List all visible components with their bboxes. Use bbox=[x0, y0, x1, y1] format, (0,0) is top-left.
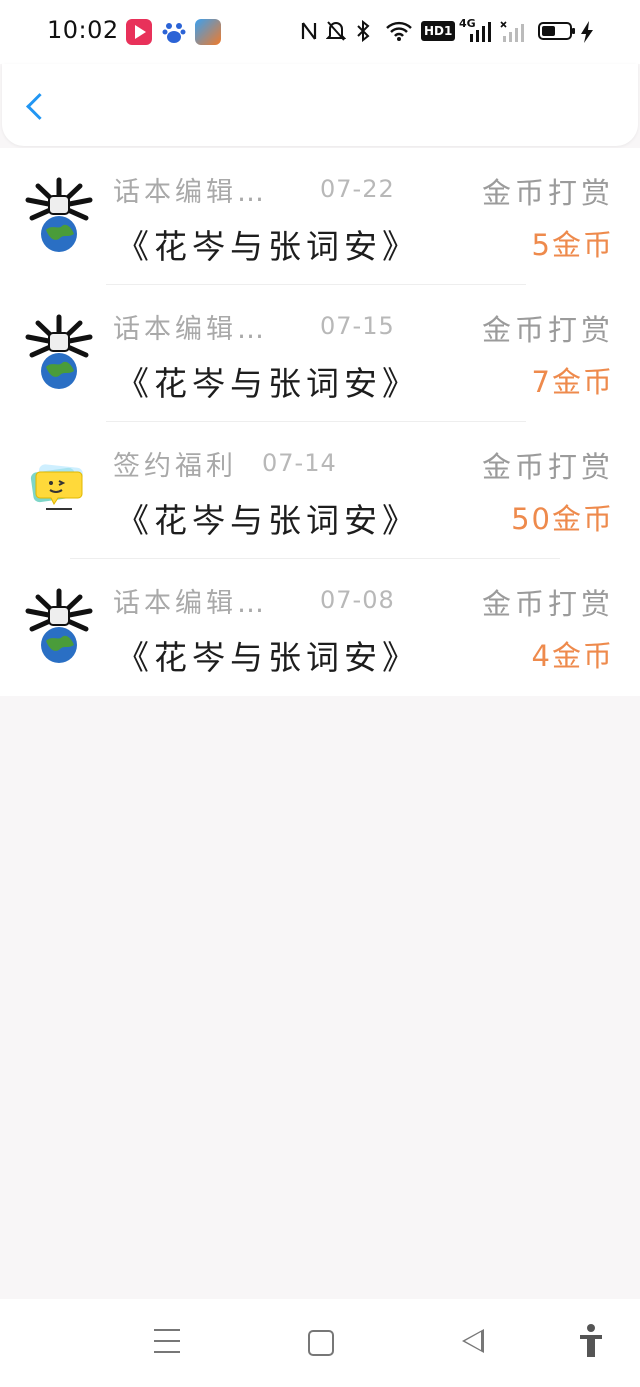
book-title: 《花岑与张词安》 bbox=[116, 638, 420, 677]
menu-icon[interactable] bbox=[154, 1329, 180, 1353]
globe-avatar bbox=[24, 587, 94, 663]
reward-type: 金币打赏 bbox=[481, 587, 614, 621]
reward-amount: 7金币 bbox=[531, 365, 614, 399]
reward-date: 07-14 bbox=[262, 449, 337, 477]
status-bar: 10:02 HD1 4G bbox=[0, 0, 640, 64]
reward-source: 签约福利 bbox=[113, 451, 237, 482]
mute-icon bbox=[325, 20, 347, 44]
globe-avatar bbox=[24, 176, 94, 252]
header bbox=[2, 64, 638, 146]
list-item[interactable]: 话本编辑… 07-08 金币打赏 《花岑与张词安》 4金币 bbox=[0, 559, 640, 696]
reward-type: 金币打赏 bbox=[481, 313, 614, 347]
reward-date: 07-08 bbox=[320, 586, 395, 614]
nfc-icon bbox=[300, 20, 318, 44]
list-item[interactable]: 话本编辑… 07-22 金币打赏 《花岑与张词安》 5金币 bbox=[0, 148, 640, 285]
chat-bubble-avatar bbox=[24, 450, 94, 526]
browser-icon bbox=[195, 19, 221, 45]
reward-type: 金币打赏 bbox=[481, 176, 614, 210]
chevron-left-icon[interactable] bbox=[24, 92, 44, 120]
book-title: 《花岑与张词安》 bbox=[116, 227, 420, 266]
reward-date: 07-15 bbox=[320, 312, 395, 340]
charging-icon bbox=[580, 20, 594, 44]
hd-icon: HD1 bbox=[421, 21, 456, 41]
reward-date: 07-22 bbox=[320, 175, 395, 203]
4g-signal-icon bbox=[464, 20, 492, 44]
bluetooth-icon bbox=[355, 19, 371, 44]
list-item[interactable]: 话本编辑… 07-15 金币打赏 《花岑与张词安》 7金币 bbox=[0, 285, 640, 422]
accessibility-icon[interactable] bbox=[578, 1323, 604, 1359]
reward-source: 话本编辑… bbox=[113, 177, 268, 208]
video-app-icon bbox=[126, 19, 152, 45]
no-signal-icon bbox=[499, 20, 527, 44]
battery-icon bbox=[538, 22, 575, 40]
wifi-icon bbox=[385, 20, 413, 44]
reward-amount: 50金币 bbox=[511, 502, 614, 536]
reward-source: 话本编辑… bbox=[113, 588, 268, 619]
reward-source: 话本编辑… bbox=[113, 314, 268, 345]
globe-avatar bbox=[24, 313, 94, 389]
system-nav-bar bbox=[0, 1299, 640, 1387]
back-triangle-icon[interactable] bbox=[462, 1329, 484, 1353]
list-item[interactable]: 签约福利 07-14 金币打赏 《花岑与张词安》 50金币 bbox=[0, 422, 640, 559]
reward-amount: 4金币 bbox=[531, 639, 614, 673]
reward-amount: 5金币 bbox=[531, 228, 614, 262]
status-time: 10:02 bbox=[47, 16, 119, 44]
baidu-icon bbox=[161, 19, 187, 45]
home-icon[interactable] bbox=[308, 1330, 334, 1356]
reward-type: 金币打赏 bbox=[481, 450, 614, 484]
reward-list: 话本编辑… 07-22 金币打赏 《花岑与张词安》 5金币 话本编辑… 07-1… bbox=[0, 148, 640, 696]
book-title: 《花岑与张词安》 bbox=[116, 364, 420, 403]
book-title: 《花岑与张词安》 bbox=[116, 501, 420, 540]
